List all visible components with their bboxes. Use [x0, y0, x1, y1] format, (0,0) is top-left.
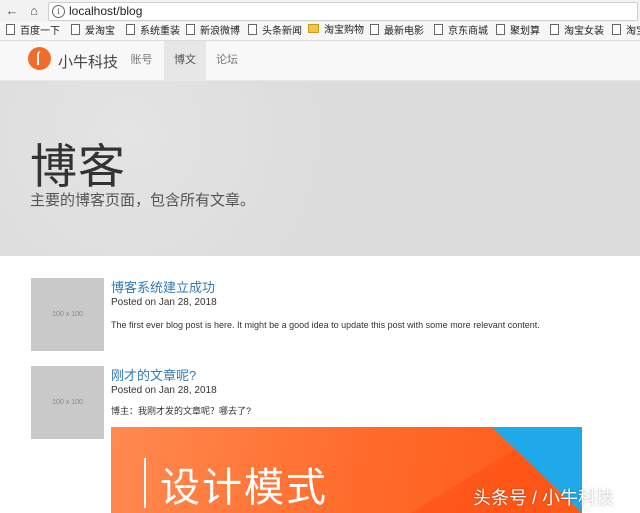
page-icon [248, 24, 257, 35]
page-subtitle: 主要的博客页面，包含所有文章。 [30, 192, 256, 209]
nav-tab-forum[interactable]: 论坛 [207, 41, 247, 80]
bookmark-item[interactable]: 百度一下 [6, 24, 60, 38]
bookmark-item[interactable]: 京东商城 [434, 24, 488, 38]
bookmark-item[interactable]: 聚划算 [496, 24, 540, 38]
page-icon [186, 24, 195, 35]
bookmarks-bar: 百度一下 爱淘宝 系统重装 新浪微博 头条新闻 淘宝购物 最新电影 京东商城 聚… [0, 22, 640, 41]
url-field[interactable]: i localhost/blog [48, 2, 638, 21]
bookmark-item[interactable]: 系统重装 [126, 24, 180, 38]
post-excerpt: The first ever blog post is here. It mig… [111, 320, 540, 330]
bookmark-item[interactable]: 淘宝购物 [308, 24, 364, 38]
nav-tab-blog[interactable]: 博文 [164, 41, 206, 80]
bookmark-item[interactable]: 爱淘宝 [71, 24, 115, 38]
watermark: 头条号 / 小牛科技 [473, 488, 615, 508]
post-date: Posted on Jan 28, 2018 [111, 385, 217, 396]
bookmark-label: 淘宝 [626, 26, 640, 37]
bookmark-label: 新浪微博 [200, 26, 240, 37]
back-arrow-icon[interactable]: ← [4, 3, 20, 19]
url-text[interactable]: localhost/blog [69, 4, 142, 18]
bookmark-item[interactable]: 最新电影 [370, 24, 424, 38]
bookmark-label: 聚划算 [510, 26, 540, 37]
post-title-link[interactable]: 刚才的文章呢? [111, 365, 196, 384]
page-icon [6, 24, 15, 35]
bookmark-item[interactable]: 淘宝 [612, 24, 640, 38]
home-icon[interactable]: ⌂ [26, 3, 42, 19]
page-icon [550, 24, 559, 35]
info-icon[interactable]: i [52, 5, 65, 18]
page-icon [370, 24, 379, 35]
banner-title: 设计模式 [160, 465, 328, 511]
nav-tab-account[interactable]: 账号 [121, 41, 162, 80]
post-thumbnail[interactable]: 100 x 100 [31, 278, 104, 351]
post-excerpt: 博主：我刚才发的文章呢？哪去了? [111, 406, 252, 416]
post-date: Posted on Jan 28, 2018 [111, 297, 217, 308]
bookmark-item[interactable]: 淘宝女装 [550, 24, 604, 38]
page-icon [71, 24, 80, 35]
post-title-link[interactable]: 博客系统建立成功 [111, 277, 215, 296]
bookmark-label: 头条新闻 [262, 26, 302, 37]
bookmark-item[interactable]: 新浪微博 [186, 24, 240, 38]
brand-logo[interactable] [28, 47, 51, 70]
bookmark-label: 爱淘宝 [85, 26, 115, 37]
bookmark-label: 淘宝购物 [324, 25, 364, 36]
bookmark-label: 百度一下 [20, 26, 60, 37]
bookmark-label: 淘宝女装 [564, 26, 604, 37]
page-icon [496, 24, 505, 35]
bookmark-item[interactable]: 头条新闻 [248, 24, 302, 38]
page-icon [434, 24, 443, 35]
bookmark-label: 最新电影 [384, 26, 424, 37]
page-title: 博客 [30, 140, 126, 195]
page-icon [612, 24, 621, 35]
bookmark-label: 京东商城 [448, 26, 488, 37]
post-thumbnail[interactable]: 100 x 100 [31, 366, 104, 439]
brand-name[interactable]: 小牛科技 [58, 51, 118, 72]
browser-address-bar: ← ⌂ i localhost/blog [0, 0, 640, 23]
logo-mark-icon [37, 51, 43, 65]
page-icon [126, 24, 135, 35]
bookmark-label: 系统重装 [140, 26, 180, 37]
banner-divider [144, 458, 146, 508]
folder-icon [308, 24, 319, 33]
